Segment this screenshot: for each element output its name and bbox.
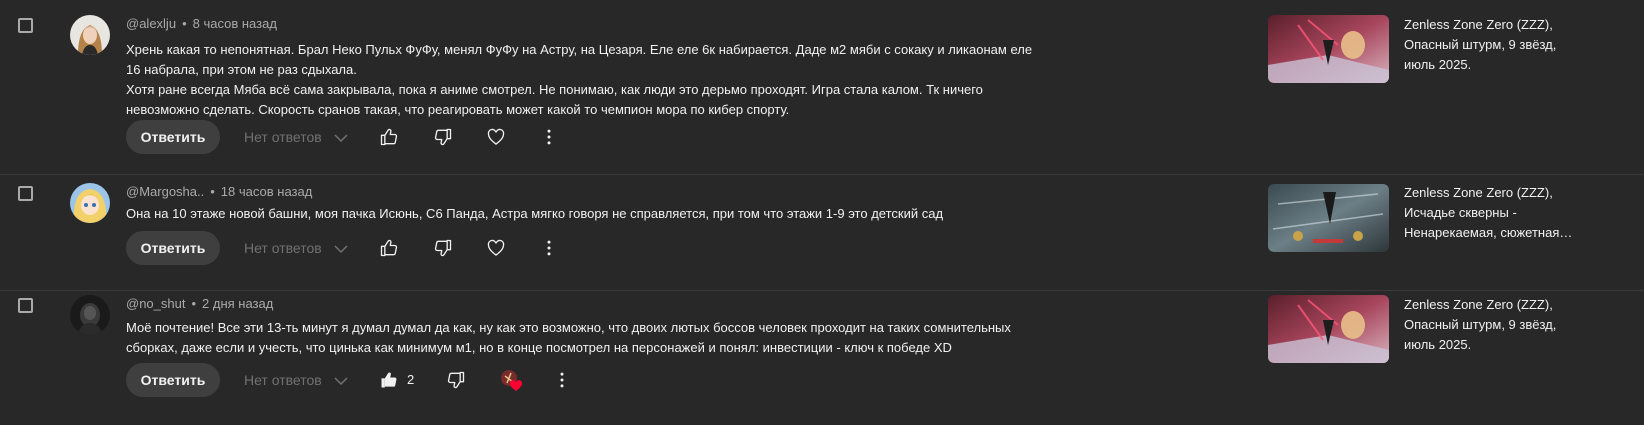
video-title[interactable]: Zenless Zone Zero (ZZZ), Опасный штурм, … — [1404, 295, 1589, 355]
chevron-down-icon — [334, 241, 348, 257]
avatar[interactable] — [70, 15, 110, 55]
reply-button[interactable]: Ответить — [126, 120, 220, 154]
chevron-down-icon — [334, 130, 348, 146]
avatar[interactable] — [70, 183, 110, 223]
heart-icon[interactable] — [486, 127, 506, 147]
like-count: 2 — [407, 372, 415, 387]
replies-toggle[interactable]: Нет ответов — [244, 240, 348, 257]
comment-meta: @Margosha.. • 18 часов назад — [126, 184, 312, 199]
reply-button[interactable]: Ответить — [126, 231, 220, 265]
comment-meta: @no_shut • 2 дня назад — [126, 296, 273, 311]
comment-time: 18 часов назад — [220, 184, 313, 199]
separator-dot: • — [182, 16, 187, 31]
comment-line: Хотя ране всегда Мяба всё сама закрывала… — [126, 82, 983, 117]
comment-row: @alexlju • 8 часов назад Хрень какая то не… — [0, 0, 1644, 175]
comment-time: 2 дня назад — [202, 296, 274, 311]
thumbs-up-icon[interactable] — [379, 370, 399, 390]
comment-row: @Margosha.. • 18 часов назад Она на 10 эта… — [0, 175, 1644, 291]
separator-dot: • — [210, 184, 215, 199]
reply-button[interactable]: Ответить — [126, 363, 220, 397]
thumbs-up-icon[interactable] — [379, 127, 399, 147]
comment-line: Моё почтение! Все эти 13-ть минут я дума… — [126, 320, 1011, 355]
separator-dot: • — [191, 296, 197, 311]
replies-label: Нет ответов — [244, 240, 322, 256]
comment-meta: @alexlju • 8 часов назад — [126, 16, 277, 31]
video-title[interactable]: Zenless Zone Zero (ZZZ), Исчадье скверны… — [1404, 183, 1589, 243]
creator-heart-icon[interactable] — [499, 368, 523, 392]
author-name[interactable]: @no_shut — [126, 296, 185, 311]
author-name[interactable]: @Margosha.. — [126, 184, 204, 199]
comment-text: Она на 10 этаже новой башни, моя пачка И… — [126, 204, 1046, 224]
avatar[interactable] — [70, 295, 110, 335]
replies-toggle[interactable]: Нет ответов — [244, 129, 348, 146]
video-thumbnail[interactable] — [1268, 184, 1389, 252]
replies-label: Нет ответов — [244, 129, 322, 145]
select-checkbox[interactable] — [18, 298, 33, 313]
thumbs-up-icon[interactable] — [379, 238, 399, 258]
select-checkbox[interactable] — [18, 186, 33, 201]
thumbs-down-icon[interactable] — [433, 127, 453, 147]
comment-row: @no_shut • 2 дня назад Моё почтение! Все э… — [0, 291, 1644, 425]
more-vert-icon[interactable] — [539, 127, 559, 147]
comment-line: Хрень какая то непонятная. Брал Неко Пул… — [126, 42, 1033, 77]
select-checkbox[interactable] — [18, 18, 33, 33]
video-thumbnail[interactable] — [1268, 15, 1389, 83]
replies-toggle[interactable]: Нет ответов — [244, 372, 348, 389]
more-vert-icon[interactable] — [552, 370, 572, 390]
heart-icon[interactable] — [486, 238, 506, 258]
comment-text: Моё почтение! Все эти 13-ть минут я дума… — [126, 318, 1046, 358]
thumbs-down-icon[interactable] — [433, 238, 453, 258]
chevron-down-icon — [334, 373, 348, 389]
comment-line: Она на 10 этаже новой башни, моя пачка И… — [126, 206, 944, 221]
video-thumbnail[interactable] — [1268, 295, 1389, 363]
author-name[interactable]: @alexlju — [126, 16, 176, 31]
more-vert-icon[interactable] — [539, 238, 559, 258]
video-title[interactable]: Zenless Zone Zero (ZZZ), Опасный штурм, … — [1404, 15, 1589, 75]
thumbs-down-icon[interactable] — [446, 370, 466, 390]
comment-time: 8 часов назад — [192, 16, 277, 31]
replies-label: Нет ответов — [244, 372, 322, 388]
comment-text: Хрень какая то непонятная. Брал Неко Пул… — [126, 40, 1046, 120]
